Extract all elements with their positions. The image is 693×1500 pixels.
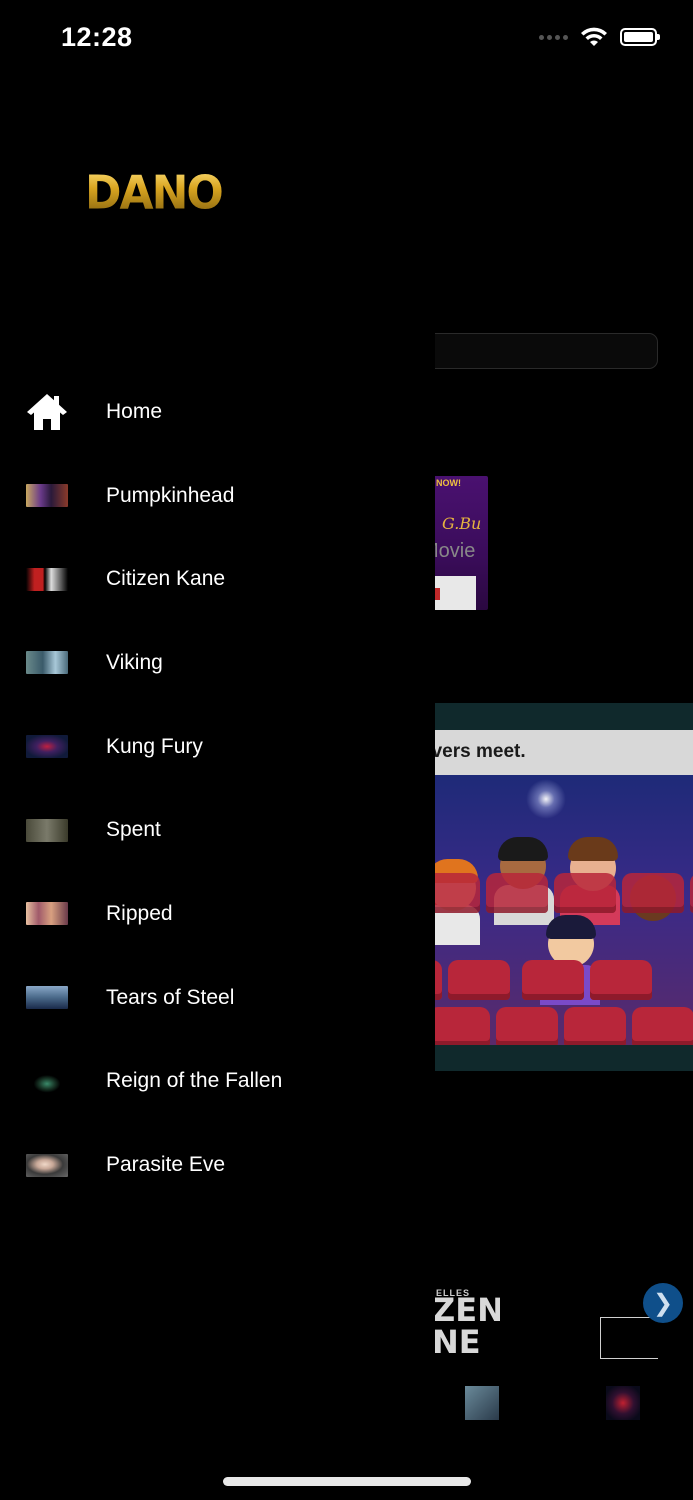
drawer-item-label: Tears of Steel — [106, 985, 235, 1009]
drawer-item-label: Kung Fury — [106, 734, 203, 758]
status-time: 12:28 — [61, 22, 133, 52]
drawer-item-spent[interactable]: Spent — [0, 788, 435, 872]
seat-graphic — [448, 960, 510, 1000]
side-drawer: DANO Home Pumpkinhead Citizen Kane Vikin… — [0, 0, 435, 1500]
nav-icon-slot — [26, 1069, 68, 1093]
drawer-item-label: Spent — [106, 818, 161, 842]
drawer-item-label: Citizen Kane — [106, 567, 226, 591]
nav-icon-slot — [26, 735, 68, 759]
drawer-item-ripped[interactable]: Ripped — [0, 872, 435, 956]
status-bar: 12:28 — [0, 0, 693, 80]
battery-level — [624, 32, 653, 42]
viewer-graphic — [498, 837, 548, 861]
poster-top-text: NOW! — [436, 478, 461, 488]
movie-card-placeholder[interactable] — [600, 1317, 658, 1359]
nav-icon-slot — [26, 651, 68, 675]
drawer-item-label: Parasite Eve — [106, 1153, 226, 1177]
viking-small-thumbnail[interactable] — [465, 1386, 499, 1420]
seat-graphic — [522, 960, 584, 1000]
nav-icon-slot — [26, 902, 68, 926]
parasite-eve-thumbnail — [26, 1153, 68, 1177]
nav-icon-slot — [26, 567, 68, 591]
reign-of-the-fallen-thumbnail — [26, 1069, 68, 1093]
pumpkinhead-thumbnail — [26, 484, 68, 508]
status-icons — [539, 26, 660, 48]
citizen-kane-thumbnail — [26, 567, 68, 591]
drawer-item-viking[interactable]: Viking — [0, 621, 435, 705]
viewer-graphic — [568, 837, 618, 861]
nav-icon-slot — [26, 1153, 68, 1177]
viewer-graphic — [546, 915, 596, 939]
app-screen: NOW! G.Bu Movie overs meet. ELLES ZEN NE… — [0, 0, 693, 1500]
battery-icon — [620, 28, 660, 46]
wifi-icon — [581, 27, 607, 46]
nav-icon-slot — [26, 484, 68, 508]
kung-fury-small-thumbnail[interactable] — [606, 1386, 640, 1420]
spent-thumbnail — [26, 818, 68, 842]
promo-text: overs meet. — [420, 741, 526, 762]
carousel-next-button[interactable]: ❯ — [643, 1283, 683, 1323]
seat-graphic — [428, 1007, 490, 1045]
poster-script-text: G.Bu — [442, 514, 482, 533]
ripped-thumbnail — [26, 902, 68, 926]
drawer-item-citizen-kane[interactable]: Citizen Kane — [0, 537, 435, 621]
drawer-item-pumpkinhead[interactable]: Pumpkinhead — [0, 454, 435, 538]
spotlight-graphic — [526, 779, 566, 819]
chevron-right-icon: ❯ — [652, 1289, 674, 1317]
seat-graphic — [486, 873, 548, 913]
cellular-signal-icon — [539, 34, 568, 40]
seat-graphic — [590, 960, 652, 1000]
drawer-item-reign-of-the-fallen[interactable]: Reign of the Fallen — [0, 1040, 435, 1124]
drawer-item-label: Viking — [106, 650, 163, 674]
drawer-item-tears-of-steel[interactable]: Tears of Steel — [0, 956, 435, 1040]
seat-graphic — [554, 873, 616, 913]
citizen-kane-title-text: ZEN NE — [432, 1291, 500, 1361]
tears-of-steel-thumbnail — [26, 986, 68, 1010]
seat-graphic — [564, 1007, 626, 1045]
drawer-item-label: Pumpkinhead — [106, 483, 235, 507]
kung-fury-thumbnail — [26, 735, 68, 759]
seat-graphic — [496, 1007, 558, 1045]
dano-logo: DANO — [85, 166, 224, 221]
seat-graphic — [632, 1007, 693, 1045]
home-indicator[interactable] — [223, 1477, 471, 1486]
viking-thumbnail — [26, 651, 68, 675]
seat-graphic — [622, 873, 684, 913]
home-icon — [26, 393, 68, 430]
drawer-item-kung-fury[interactable]: Kung Fury — [0, 705, 435, 789]
nav-icon-slot — [26, 818, 68, 842]
drawer-item-label: Home — [106, 399, 163, 423]
nav-icon-slot — [26, 986, 68, 1010]
drawer-item-label: Reign of the Fallen — [106, 1069, 283, 1093]
drawer-item-home[interactable]: Home — [0, 370, 435, 454]
drawer-nav-list: Home Pumpkinhead Citizen Kane Viking Kun… — [0, 370, 435, 1207]
drawer-item-parasite-eve[interactable]: Parasite Eve — [0, 1123, 435, 1207]
drawer-item-label: Ripped — [106, 901, 173, 925]
